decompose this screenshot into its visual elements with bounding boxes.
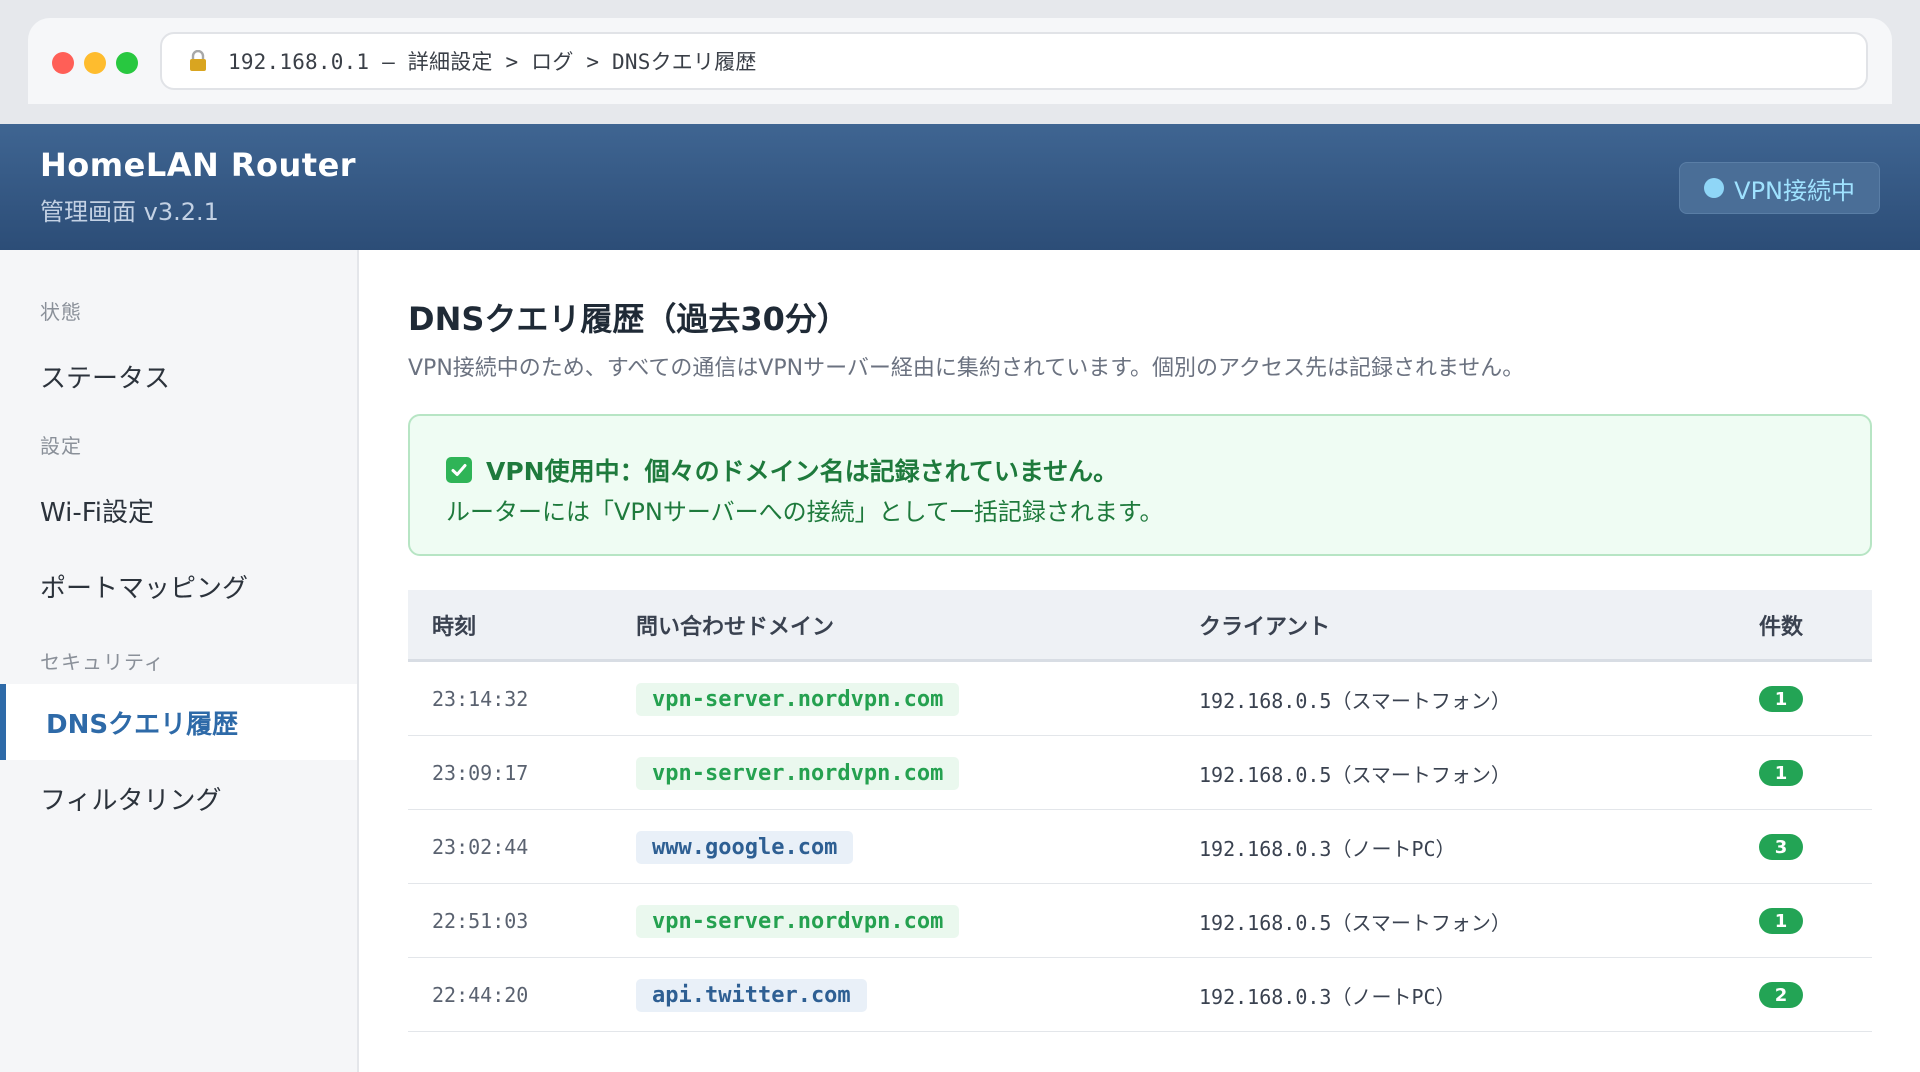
domain-cell: www.google.com — [636, 810, 854, 884]
time-cell: 22:44:20 — [432, 983, 529, 1007]
count-badge: 1 — [1759, 908, 1803, 934]
app-title: HomeLAN Router — [40, 146, 357, 184]
table-row: 22:51:03 vpn-server.nordvpn.com 192.168.… — [408, 884, 1872, 958]
minimize-window-button[interactable] — [84, 52, 106, 74]
count-cell: 3 — [1759, 810, 1803, 884]
client-cell: 192.168.0.5（スマートフォン） — [1199, 688, 1511, 713]
sidebar-section-status: 状態 — [40, 300, 82, 324]
browser-chrome: 192.168.0.1 — 詳細設定 > ログ > DNSクエリ履歴 — [0, 0, 1920, 124]
column-header-time: 時刻 — [432, 614, 477, 640]
page-description: VPN接続中のため、すべての通信はVPNサーバー経由に集約されています。個別のア… — [408, 356, 1525, 381]
domain-cell: api.twitter.com — [636, 958, 867, 1032]
domain-cell: vpn-server.nordvpn.com — [636, 736, 960, 810]
domain-cell: vpn-server.nordvpn.com — [636, 662, 960, 736]
column-header-client: クライアント — [1199, 614, 1331, 640]
url-text: 192.168.0.1 — 詳細設定 > ログ > DNSクエリ履歴 — [228, 50, 757, 74]
page-title: DNSクエリ履歴（過去30分） — [408, 300, 849, 338]
table-header: 時刻 問い合わせドメイン クライアント 件数 — [408, 590, 1872, 662]
time-cell: 23:02:44 — [432, 835, 529, 859]
domain-chip: www.google.com — [636, 830, 854, 864]
client-cell: 192.168.0.3（ノートPC） — [1199, 836, 1456, 861]
time-cell: 23:09:17 — [432, 761, 529, 785]
vpn-info-alert: VPN使用中：個々のドメイン名は記録されていません。 ルーターには「VPNサーバ… — [408, 414, 1872, 556]
sidebar-item-filtering[interactable]: フィルタリング — [0, 760, 357, 836]
alert-headline: VPN使用中：個々のドメイン名は記録されていません。 — [486, 457, 1119, 486]
column-header-domain: 問い合わせドメイン — [636, 614, 835, 640]
count-cell: 1 — [1759, 662, 1803, 736]
app-subtitle: 管理画面 v3.2.1 — [40, 198, 219, 226]
sidebar-section-security: セキュリティ — [40, 650, 165, 674]
column-header-count: 件数 — [1759, 614, 1804, 640]
sidebar-section-settings: 設定 — [40, 434, 82, 458]
client-cell: 192.168.0.5（スマートフォン） — [1199, 910, 1511, 935]
alert-headline-row: VPN使用中：個々のドメイン名は記録されていません。 — [446, 452, 1118, 488]
sidebar-item-port-mapping[interactable]: ポートマッピング — [0, 548, 357, 624]
count-cell: 1 — [1759, 884, 1803, 958]
count-cell: 2 — [1759, 958, 1803, 1032]
sidebar-item-status[interactable]: ステータス — [0, 338, 357, 414]
table-row: 23:14:32 vpn-server.nordvpn.com 192.168.… — [408, 662, 1872, 736]
sidebar-item-dns-history[interactable]: DNSクエリ履歴 — [0, 684, 357, 760]
client-cell: 192.168.0.5（スマートフォン） — [1199, 762, 1511, 787]
address-bar[interactable]: 192.168.0.1 — 詳細設定 > ログ > DNSクエリ履歴 — [160, 32, 1868, 90]
count-cell: 1 — [1759, 736, 1803, 810]
status-dot-icon — [1704, 178, 1725, 198]
sidebar-item-wifi[interactable]: Wi-Fi設定 — [0, 472, 357, 548]
close-window-button[interactable] — [52, 52, 74, 74]
alert-detail: ルーターには「VPNサーバーへの接続」として一括記録されます。 — [446, 498, 1164, 526]
domain-cell: vpn-server.nordvpn.com — [636, 884, 960, 958]
table-row: 22:44:20 api.twitter.com 192.168.0.3（ノート… — [408, 958, 1872, 1032]
browser-toolbar: 192.168.0.1 — 詳細設定 > ログ > DNSクエリ履歴 — [28, 18, 1892, 104]
maximize-window-button[interactable] — [116, 52, 138, 74]
client-cell: 192.168.0.3（ノートPC） — [1199, 984, 1456, 1009]
check-icon — [446, 457, 472, 483]
time-cell: 23:14:32 — [432, 687, 529, 711]
table-row: 23:09:17 vpn-server.nordvpn.com 192.168.… — [408, 736, 1872, 810]
lock-icon — [188, 50, 208, 72]
count-badge: 3 — [1759, 834, 1803, 860]
count-badge: 1 — [1759, 686, 1803, 712]
domain-chip: vpn-server.nordvpn.com — [636, 756, 960, 790]
count-badge: 2 — [1759, 982, 1803, 1008]
sidebar: 状態 ステータス 設定 Wi-Fi設定 ポートマッピング セキュリティ DNSク… — [0, 250, 359, 1072]
table-row: 23:02:44 www.google.com 192.168.0.3（ノートP… — [408, 810, 1872, 884]
app-header: HomeLAN Router 管理画面 v3.2.1 VPN接続中 — [0, 124, 1920, 250]
domain-chip: vpn-server.nordvpn.com — [636, 682, 960, 716]
dns-query-table: 時刻 問い合わせドメイン クライアント 件数 23:14:32 vpn-serv… — [408, 590, 1872, 1032]
main-content: DNSクエリ履歴（過去30分） VPN接続中のため、すべての通信はVPNサーバー… — [359, 250, 1920, 1072]
vpn-status-badge: VPN接続中 — [1679, 162, 1880, 214]
vpn-status-label: VPN接続中 — [1734, 176, 1855, 205]
domain-chip: api.twitter.com — [636, 978, 867, 1012]
count-badge: 1 — [1759, 760, 1803, 786]
domain-chip: vpn-server.nordvpn.com — [636, 904, 960, 938]
time-cell: 22:51:03 — [432, 909, 529, 933]
